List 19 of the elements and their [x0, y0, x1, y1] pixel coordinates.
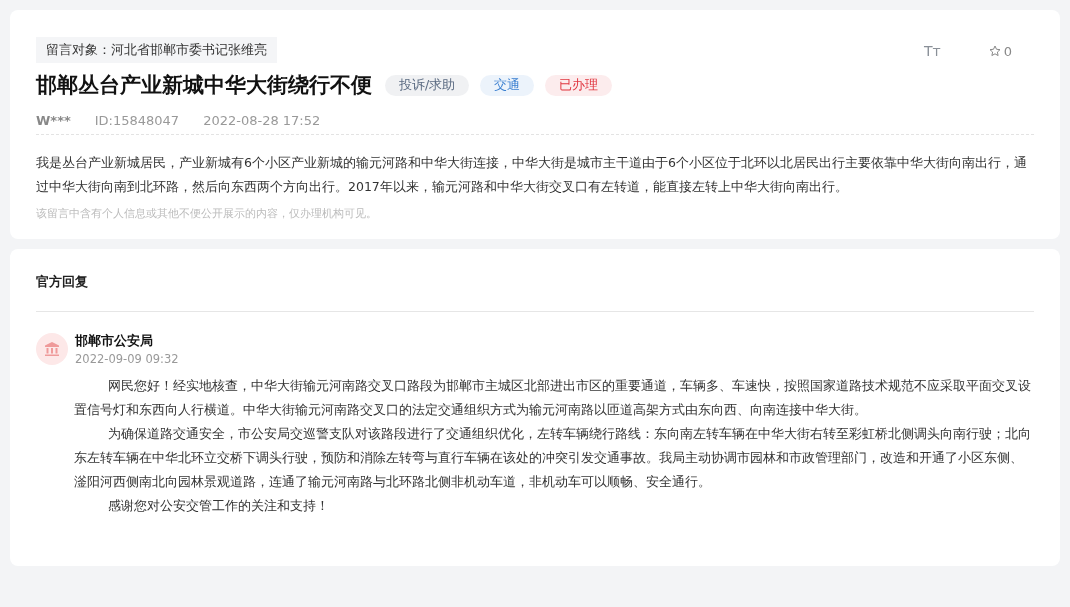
reply-paragraph: 网民您好！经实地核查，中华大街输元河南路交叉口路段为邯郸市主城区北部进出市区的重要通道，车辆多、车速快，按照国家道路技术规范不应采取平面交叉设置信号灯和东西向人行横道。中华大街输元河南路交叉口的法定交通组织方式为输元河南路以匝道高架方式由东向西、向南连接中华大街。: [74, 377, 1032, 419]
star-icon: [988, 45, 1001, 57]
author-name: W***: [36, 113, 71, 128]
message-time: 2022-08-28 17:52: [203, 113, 321, 128]
reply-paragraph: 感谢您对公安交管工作的关注和支持！: [106, 497, 330, 515]
organization-name: 邯郸市公安局: [75, 332, 154, 350]
message-target: 留言对象：河北省邯郸市委书记张维亮: [36, 37, 277, 63]
reply-heading: 官方回复: [36, 273, 1034, 312]
reply-paragraph: 为确保道路交通安全，市公安局交巡警支队对该路段进行了交通组织优化，左转车辆绕行路线：东向南左转车辆在中华大街右转至彩虹桥北侧调头向南行驶；北向东左转车辆在中华北环立交桥下调头行驶，预防和消除左转弯与直行车辆在该处的冲突引发交通事故。我局主动协调市园林和市政管理部门，改造和开通了小区东侧、滏阳河西侧南北向园林景观道路，连通了输元河南路与北环路北侧非机动车道，非机动车可以顺畅、安全通行。: [74, 425, 1032, 491]
favorite-button[interactable]: 0: [988, 43, 1012, 59]
message-body: 我是丛台产业新城居民，产业新城有6个小区产业新城的输元河路和中华大街连接，中华大街是城市主干道由于6个小区位于北环以北居民出行主要依靠中华大街向南出行，通过中华大街向南到北环路，然后向东西两个方向出行。2017年以来，输元河路和中华大街交叉口有左转道，能直接左转上中华大街向南出行。: [36, 154, 1028, 196]
reply-time: 2022-09-09 09:32: [75, 352, 179, 366]
message-title: 邯郸丛台产业新城中华大街绕行不便: [36, 72, 372, 99]
tag: 已办理: [545, 74, 613, 96]
building-icon: [44, 341, 60, 357]
tag: 交通: [480, 74, 535, 96]
tag: 投诉/求助: [385, 74, 470, 96]
font-size-button[interactable]: Tт: [924, 43, 941, 59]
message-id: ID:15848047: [94, 113, 180, 128]
